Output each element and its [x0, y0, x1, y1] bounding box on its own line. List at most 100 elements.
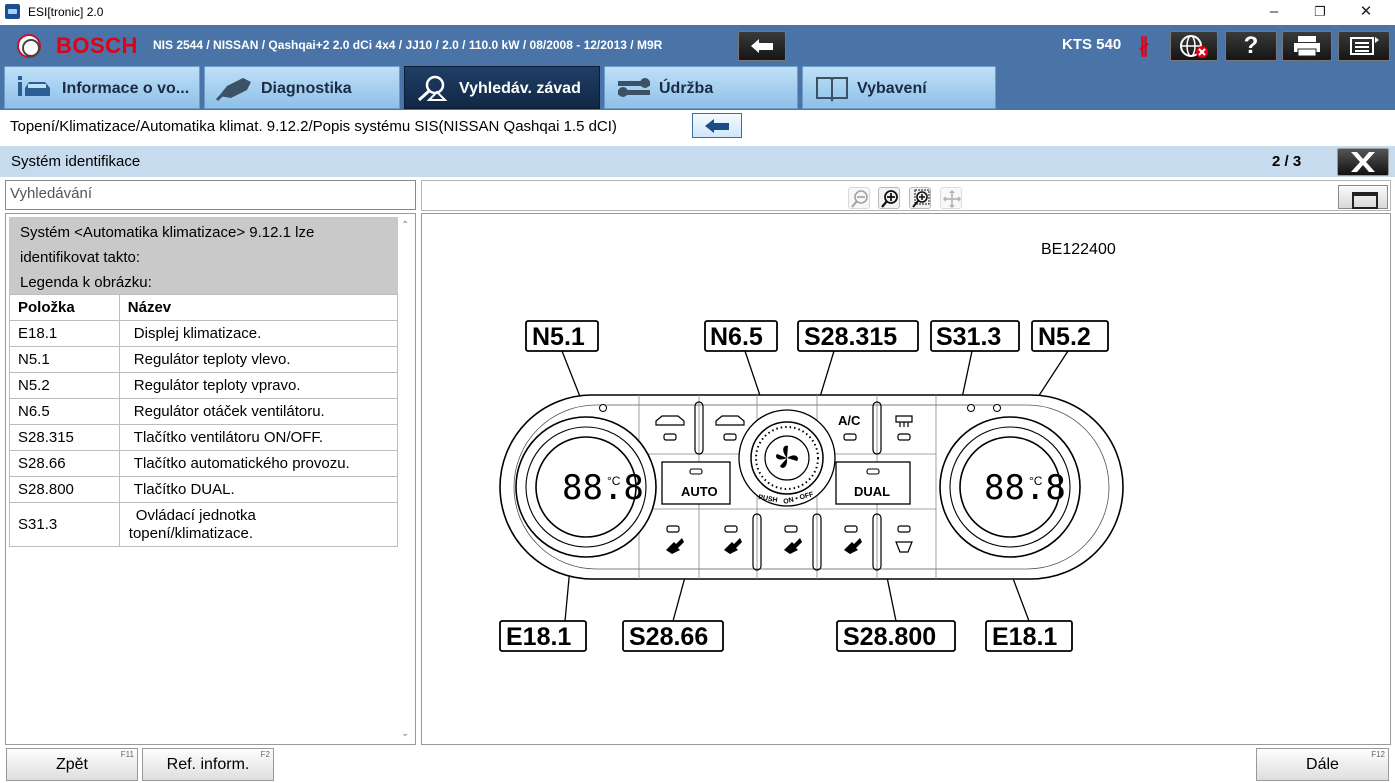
vehicle-info-icon — [18, 76, 50, 96]
cell-item: E18.1 — [9, 320, 120, 347]
section-title: Systém identifikace — [11, 153, 141, 170]
next-button[interactable]: Dále F12 — [1256, 748, 1389, 781]
cell-name: Ovládací jednotka topení/klimatizace. — [118, 502, 399, 547]
table-row[interactable]: S28.66 Tlačítko automatického provozu. — [9, 450, 399, 477]
tab-fault-search[interactable]: Vyhledáv. závad — [404, 66, 600, 109]
scroll-down-icon[interactable]: ⌄ — [401, 728, 409, 739]
table-header: Položka Název — [9, 294, 399, 321]
callout-s28800: S28.800 — [843, 623, 936, 651]
tab-label: Vybavení — [857, 80, 927, 97]
print-button[interactable] — [1282, 31, 1332, 61]
back-button-key: F11 — [120, 750, 134, 759]
callout-s2866: S28.66 — [629, 623, 708, 651]
cell-item: N6.5 — [9, 398, 120, 425]
cell-item: S28.315 — [9, 424, 120, 451]
pan-icon — [943, 190, 961, 208]
callout-s28315: S28.315 — [804, 323, 897, 351]
device-name: KTS 540 — [1062, 36, 1122, 53]
window-titlebar: ESI[tronic] 2.0 – ❐ ✕ — [0, 0, 1395, 25]
cell-item: S28.66 — [9, 450, 120, 477]
page-indicator: 2 / 3 — [1272, 153, 1302, 170]
ref-info-button-label: Ref. inform. — [166, 756, 250, 773]
maintenance-icon — [618, 78, 650, 97]
diagnostics-plug-icon — [215, 78, 251, 102]
section-bar: Systém identifikace 2 / 3 — [0, 146, 1395, 177]
bluetooth-icon: ∦ — [1139, 35, 1149, 57]
column-header-name: Název — [118, 294, 399, 321]
cell-item: N5.2 — [9, 372, 120, 399]
brand-name: BOSCH — [56, 33, 138, 58]
table-row[interactable]: E18.1 Displej klimatizace. — [9, 320, 399, 347]
help-button[interactable]: ? — [1225, 31, 1277, 61]
ref-info-button[interactable]: Ref. inform. F2 — [142, 748, 274, 781]
menu-button[interactable] — [1338, 31, 1390, 61]
tab-label: Údržba — [659, 80, 714, 97]
cell-name: Regulátor teploty vpravo. — [118, 372, 399, 399]
main-tabs: Informace o vo... Diagnostika Vyhledáv. … — [0, 65, 1395, 110]
right-display-unit: °C — [1029, 474, 1043, 488]
close-document-button[interactable] — [1337, 148, 1389, 176]
minimize-button[interactable]: – — [1251, 0, 1297, 25]
online-status-button[interactable] — [1170, 31, 1218, 61]
tab-equipment[interactable]: Vybavení — [802, 66, 996, 109]
menu-icon — [1350, 37, 1379, 55]
tab-diagnostics[interactable]: Diagnostika — [204, 66, 400, 109]
legend-panel: Systém <Automatika klimatizace> 9.12.1 l… — [5, 213, 416, 745]
zoom-area-button[interactable] — [909, 187, 931, 209]
search-input[interactable]: Vyhledávání — [5, 180, 416, 210]
callout-e181-right: E18.1 — [992, 623, 1057, 651]
ac-button-label: A/C — [838, 413, 861, 428]
zoom-out-button[interactable] — [848, 187, 870, 209]
restore-button[interactable]: ❐ — [1297, 0, 1343, 25]
close-window-button[interactable]: ✕ — [1343, 0, 1389, 25]
table-row[interactable]: N5.1 Regulátor teploty vlevo. — [9, 346, 399, 373]
cell-name: Tlačítko automatického provozu. — [118, 450, 399, 477]
callout-e181-left: E18.1 — [506, 623, 571, 651]
legend-table: Položka Název E18.1 Displej klimatizace. … — [9, 294, 399, 547]
breadcrumb: Topení/Klimatizace/Automatika klimat. 9.… — [0, 110, 1395, 146]
callout-n51: N5.1 — [532, 323, 585, 351]
viewer-toolbar — [421, 180, 1391, 211]
callout-n52: N5.2 — [1038, 323, 1091, 351]
diagram-viewer: BE122400 88.8 °C 88.8 °C PUSH ON • OFF A… — [421, 213, 1391, 745]
table-row[interactable]: S28.800 Tlačítko DUAL. — [9, 476, 399, 503]
table-row[interactable]: S28.315 Tlačítko ventilátoru ON/OFF. — [9, 424, 399, 451]
left-display-unit: °C — [607, 474, 621, 488]
tab-vehicle-info[interactable]: Informace o vo... — [4, 66, 200, 109]
table-row[interactable]: N5.2 Regulátor teploty vpravo. — [9, 372, 399, 399]
back-button-label: Zpět — [55, 756, 88, 773]
cell-name: Tlačítko DUAL. — [118, 476, 399, 503]
globe-offline-icon — [1180, 35, 1208, 58]
tab-label: Diagnostika — [261, 80, 352, 97]
vehicle-info: NIS 2544 / NISSAN / Qashqai+2 2.0 dCi 4x… — [153, 38, 663, 52]
scroll-up-icon[interactable]: ⌃ — [401, 220, 409, 231]
vehicle-back-button[interactable] — [738, 31, 786, 61]
table-row[interactable]: S31.3 Ovládací jednotka topení/klimatizace… — [9, 502, 399, 547]
help-icon: ? — [1243, 32, 1259, 59]
next-button-key: F12 — [1371, 750, 1385, 759]
right-display-digits: 88.8 — [984, 468, 1066, 508]
tab-label: Vyhledáv. závad — [459, 80, 581, 97]
cell-name: Tlačítko ventilátoru ON/OFF. — [118, 424, 399, 451]
table-row[interactable]: N6.5 Regulátor otáček ventilátoru. — [9, 398, 399, 425]
pan-button[interactable] — [940, 187, 962, 209]
ref-info-button-key: F2 — [260, 750, 270, 759]
legend-scrollbar[interactable]: ⌃ ⌄ — [398, 214, 415, 744]
zoom-area-icon — [912, 189, 930, 208]
maximize-viewer-button[interactable] — [1338, 185, 1388, 209]
climate-control-diagram: 88.8 °C 88.8 °C PUSH ON • OFF A/C AUTO D… — [499, 320, 1124, 652]
bosch-logo-icon — [17, 34, 41, 58]
tab-maintenance[interactable]: Údržba — [604, 66, 798, 109]
cell-item: N5.1 — [9, 346, 120, 373]
zoom-in-button[interactable] — [878, 187, 900, 209]
cell-item: S31.3 — [9, 502, 120, 547]
callout-s313: S31.3 — [936, 323, 1001, 351]
intro-line: Legenda k obrázku: — [20, 274, 152, 291]
breadcrumb-path: Topení/Klimatizace/Automatika klimat. 9.… — [10, 118, 617, 135]
column-header-item: Položka — [9, 294, 120, 321]
zoom-in-icon — [881, 190, 898, 208]
back-button[interactable]: Zpět F11 — [6, 748, 138, 781]
close-icon — [1351, 152, 1375, 172]
callout-n65: N6.5 — [710, 323, 763, 351]
breadcrumb-back-button[interactable] — [692, 113, 742, 138]
